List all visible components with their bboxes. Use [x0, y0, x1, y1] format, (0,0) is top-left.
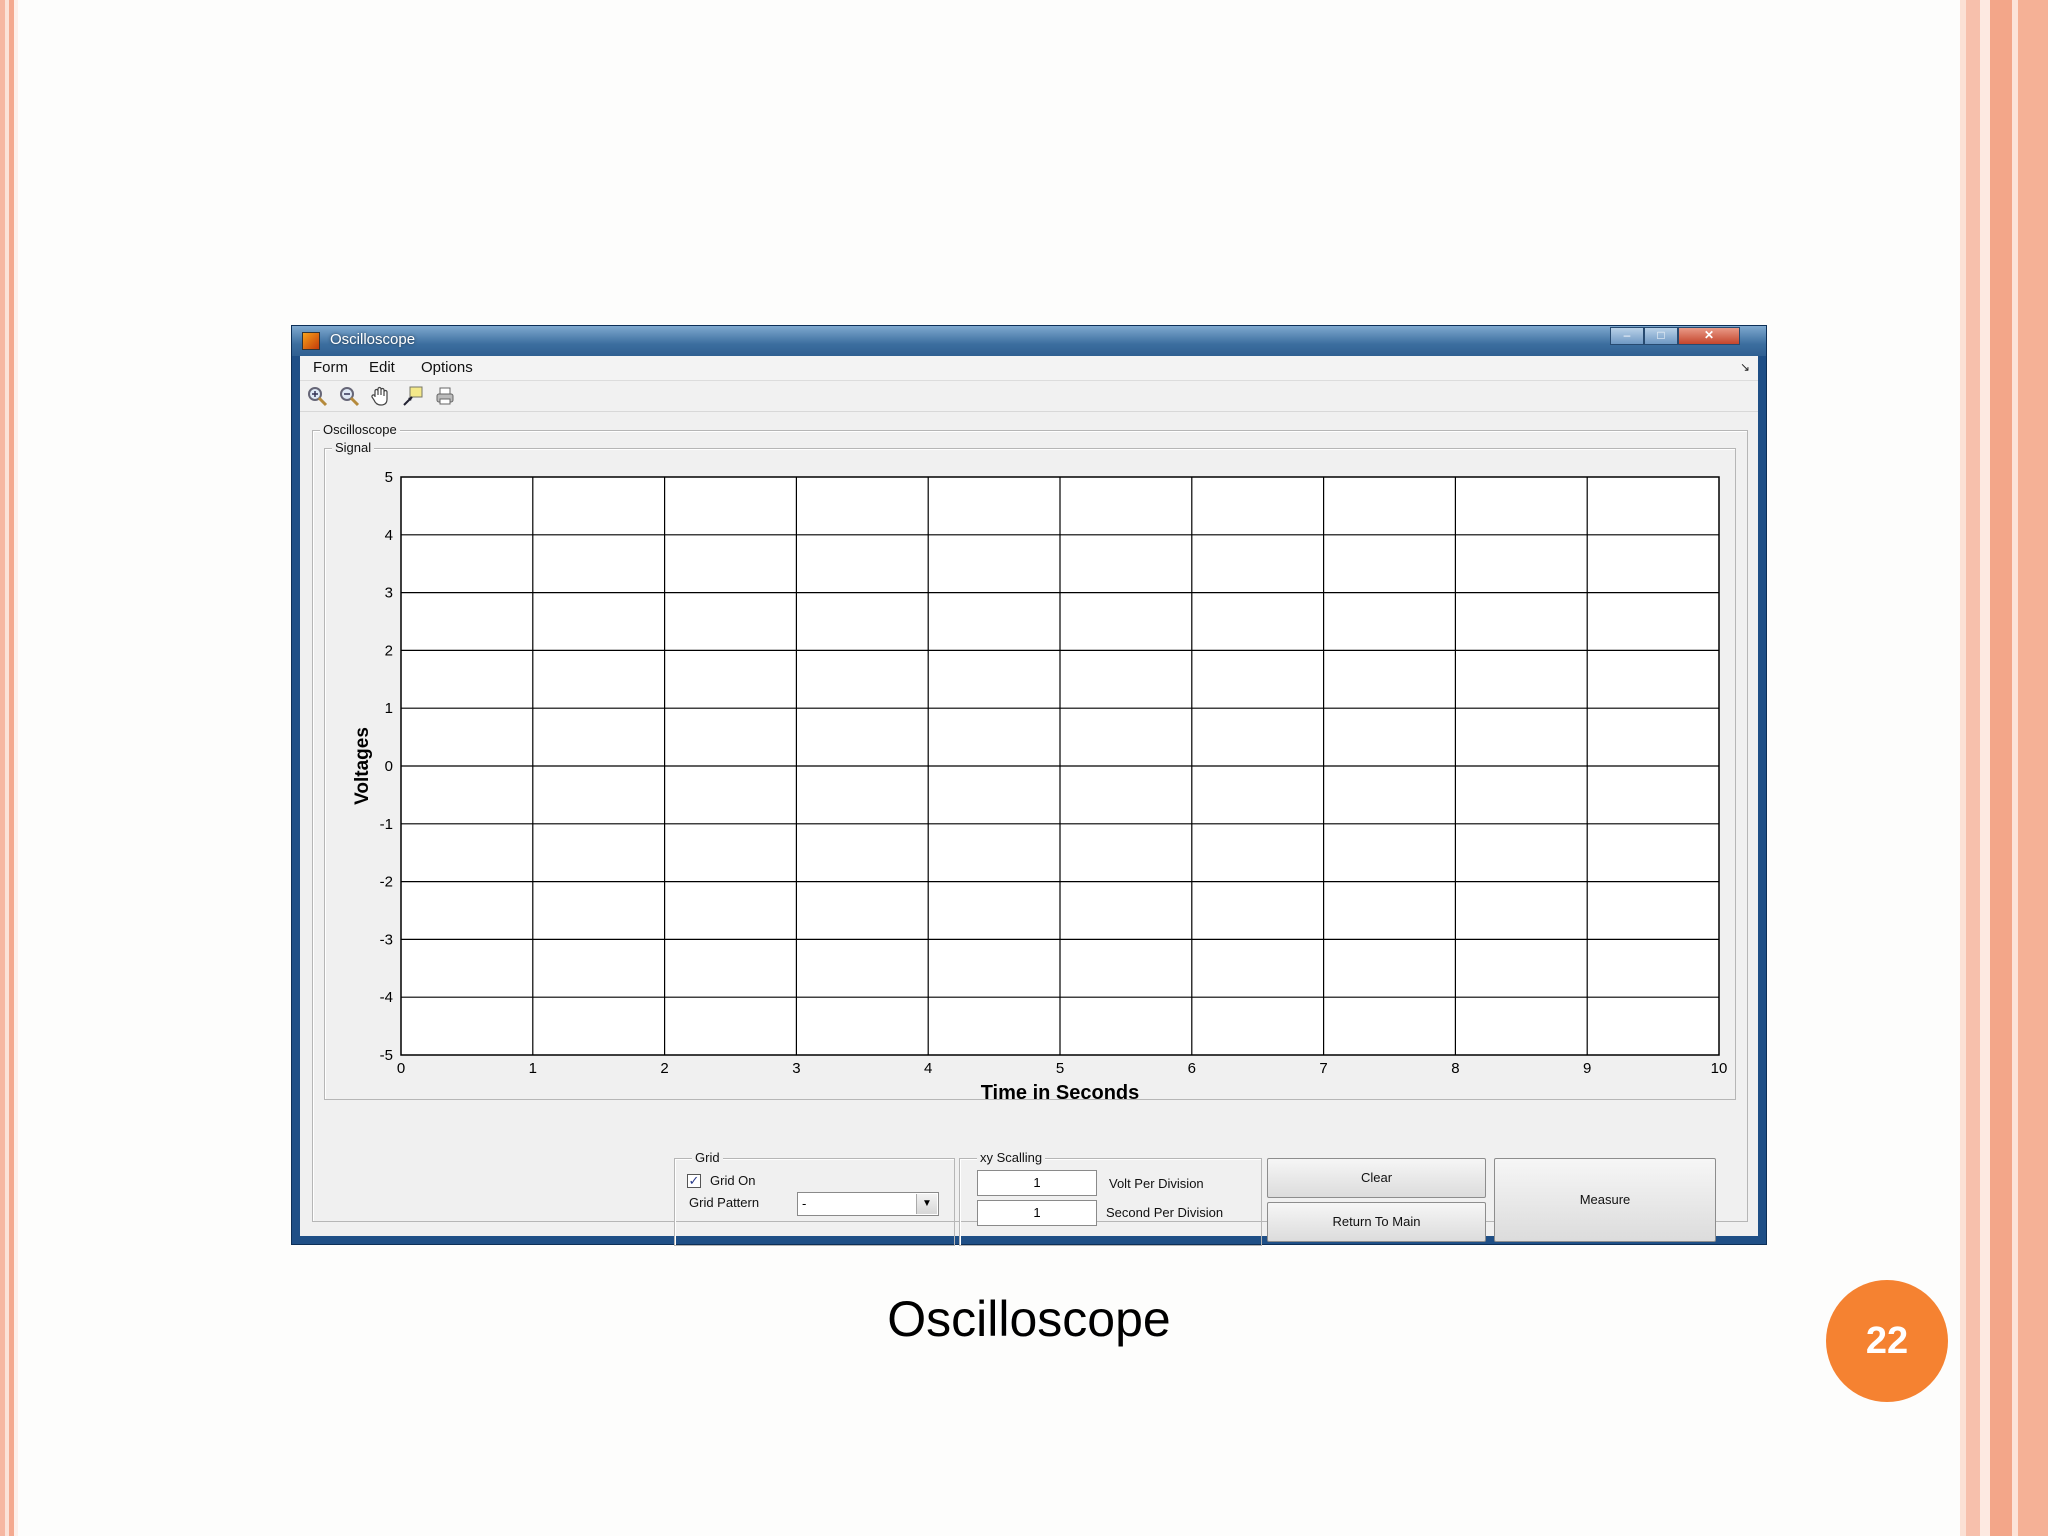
x-tick-label: 5 [1056, 1060, 1064, 1077]
second-per-division-input[interactable]: 1 [977, 1200, 1097, 1226]
y-tick-label: -1 [380, 816, 393, 833]
maximize-button[interactable]: □ [1644, 327, 1678, 345]
y-tick-label: 1 [385, 700, 393, 717]
x-tick-label: 2 [660, 1060, 668, 1077]
measure-button[interactable]: Measure [1494, 1158, 1716, 1242]
grid-group-title: Grid [692, 1150, 723, 1165]
x-tick-label: 1 [529, 1060, 537, 1077]
y-tick-label: -5 [380, 1047, 393, 1064]
x-tick-label: 10 [1711, 1060, 1728, 1077]
y-tick-label: 5 [385, 469, 393, 486]
grid-pattern-value: - [802, 1196, 807, 1211]
return-to-main-button[interactable]: Return To Main [1267, 1202, 1486, 1242]
grid-on-checkbox[interactable]: ✓ [687, 1174, 701, 1188]
chevron-down-icon[interactable]: ▼ [916, 1194, 937, 1214]
x-tick-label: 7 [1319, 1060, 1327, 1077]
x-tick-label: 0 [397, 1060, 405, 1077]
minimize-button[interactable]: – [1610, 327, 1644, 345]
y-tick-label: -3 [380, 931, 393, 948]
x-axis-label: Time in Seconds [981, 1082, 1140, 1104]
y-axis-label: Voltages [352, 727, 373, 805]
y-tick-label: -2 [380, 874, 393, 891]
x-tick-label: 9 [1583, 1060, 1591, 1077]
x-tick-label: 3 [792, 1060, 800, 1077]
xy-scaling-group-title: xy Scalling [977, 1150, 1046, 1165]
clear-button[interactable]: Clear [1267, 1158, 1486, 1198]
slide-caption: Oscilloscope [887, 1291, 1171, 1347]
grid-pattern-label: Grid Pattern [689, 1195, 760, 1210]
signal-plot[interactable]: 0 1 2 3 4 5 6 7 8 9 10543210-1-2-3-4-5 Time in Sec… [300, 356, 1758, 1116]
title-bar[interactable]: Oscilloscope – □ ✕ [292, 326, 1766, 356]
y-tick-label: -4 [380, 989, 393, 1006]
y-tick-label: 2 [385, 642, 393, 659]
x-tick-label: 8 [1451, 1060, 1459, 1077]
window-client-area: Form Edit Options ↘ Oscilloscope Signal … [300, 356, 1758, 1246]
y-tick-label: 3 [385, 585, 393, 602]
y-tick-label: 4 [385, 527, 393, 544]
oscilloscope-window: Oscilloscope – □ ✕ Form Edit Options ↘ O… [291, 325, 1767, 1246]
page-number-badge: 22 [1826, 1280, 1948, 1402]
window-title: Oscilloscope [330, 331, 416, 348]
x-tick-label: 4 [924, 1060, 932, 1077]
volt-per-division-label: Volt Per Division [1109, 1176, 1204, 1191]
y-tick-label: 0 [385, 758, 393, 775]
close-button[interactable]: ✕ [1678, 327, 1740, 345]
x-tick-label: 6 [1188, 1060, 1196, 1077]
second-per-division-label: Second Per Division [1106, 1205, 1224, 1220]
volt-per-division-input[interactable]: 1 [977, 1170, 1097, 1196]
matlab-app-icon [302, 332, 320, 350]
grid-pattern-select[interactable]: - ▼ [797, 1192, 939, 1216]
grid-on-label: Grid On [710, 1173, 756, 1188]
